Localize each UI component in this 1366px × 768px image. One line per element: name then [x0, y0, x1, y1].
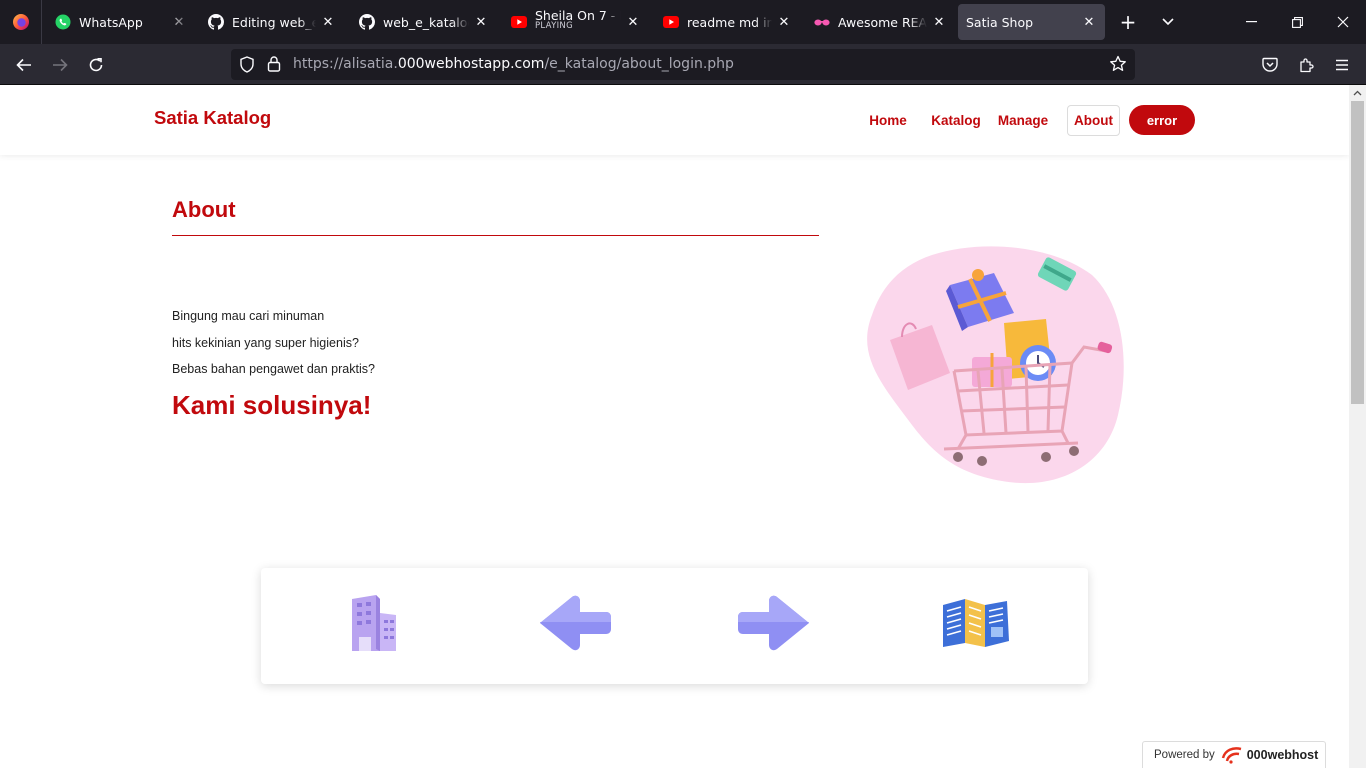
- minimize-icon: [1245, 21, 1257, 23]
- scroll-up-icon[interactable]: [1349, 85, 1366, 101]
- reload-icon: [89, 57, 103, 71]
- puzzle-icon: [1300, 57, 1314, 72]
- tab-satia-shop[interactable]: Satia Shop ✕: [958, 4, 1105, 40]
- browser-nav-bar: https://alisatia.000webhostapp.com/e_kat…: [0, 44, 1366, 85]
- close-window-button[interactable]: [1322, 0, 1364, 44]
- powered-by-brand: 000webhost: [1246, 748, 1319, 762]
- tab-sheila-on-7[interactable]: Sheila On 7 - Full Al PLAYING ✕: [499, 4, 649, 40]
- about-heading: About: [172, 197, 236, 222]
- nav-about[interactable]: About: [1067, 105, 1120, 136]
- nav-manage[interactable]: Manage: [994, 105, 1052, 136]
- list-all-tabs-button[interactable]: [1148, 0, 1188, 44]
- restore-button[interactable]: [1276, 0, 1318, 44]
- tab-title: Awesome README: [838, 14, 927, 30]
- tab-close-icon[interactable]: ✕: [625, 14, 641, 30]
- tab-title-wrap: Sheila On 7 - Full Al PLAYING: [535, 7, 621, 37]
- tab-close-icon[interactable]: ✕: [320, 14, 336, 30]
- url-text[interactable]: https://alisatia.000webhostapp.com/e_kat…: [293, 56, 734, 72]
- 000webhost-logo-icon: [1221, 746, 1243, 764]
- nav-home[interactable]: Home: [862, 105, 914, 136]
- arrow-left-icon: [16, 58, 31, 71]
- hamburger-menu-icon: [1336, 59, 1348, 70]
- shopping-cart-illustration: [862, 245, 1128, 485]
- powered-by-badge[interactable]: Powered by 000webhost: [1142, 741, 1326, 768]
- tab-title: Editing web_e_katalog: [232, 14, 316, 30]
- browser-tab-bar: WhatsApp ✕ Editing web_e_katalog ✕ web_e…: [0, 0, 1366, 44]
- firefox-menu-button[interactable]: [0, 0, 42, 44]
- navigation-icon-card: [261, 568, 1088, 684]
- tab-close-icon[interactable]: ✕: [473, 14, 489, 30]
- chevron-down-icon: [1162, 18, 1174, 26]
- back-button[interactable]: [6, 44, 42, 85]
- close-icon: [1337, 16, 1349, 28]
- user-pill-button[interactable]: error: [1129, 105, 1195, 135]
- tab-web-e-katalog-assets[interactable]: web_e_katalog/ass ✕: [347, 4, 497, 40]
- tab-readme-md-image[interactable]: readme md image ✕: [651, 4, 800, 40]
- about-line-1: Bingung mau cari minuman: [172, 309, 325, 323]
- tab-playing-label: PLAYING: [535, 21, 573, 31]
- youtube-icon: [511, 14, 527, 30]
- tab-editing-web-e-katalog[interactable]: Editing web_e_katalog ✕: [196, 4, 344, 40]
- tracking-protection-icon[interactable]: [239, 56, 255, 77]
- reload-button[interactable]: [78, 44, 114, 85]
- tab-close-icon[interactable]: ✕: [171, 14, 187, 30]
- glasses-icon: [814, 14, 830, 30]
- tab-title: WhatsApp: [79, 14, 143, 30]
- scrollbar-thumb[interactable]: [1351, 101, 1364, 404]
- youtube-icon: [663, 14, 679, 30]
- tab-awesome-readme[interactable]: Awesome README ✕: [802, 4, 955, 40]
- new-tab-button[interactable]: +: [1108, 0, 1148, 44]
- nav-katalog[interactable]: Katalog: [927, 105, 985, 136]
- restore-icon: [1291, 16, 1303, 28]
- arrow-right-icon: [53, 58, 68, 71]
- powered-by-label: Powered by: [1154, 749, 1215, 761]
- site-navbar: Satia Katalog Home Katalog Manage About …: [0, 85, 1349, 155]
- arrow-left-icon[interactable]: [534, 588, 614, 658]
- tab-whatsapp[interactable]: WhatsApp ✕: [43, 4, 195, 40]
- brochure-icon[interactable]: [935, 588, 1015, 658]
- whatsapp-icon: [55, 14, 71, 30]
- tab-close-icon[interactable]: ✕: [931, 14, 947, 30]
- tab-title: Satia Shop: [966, 14, 1034, 30]
- lock-icon[interactable]: [267, 55, 281, 76]
- tab-close-icon[interactable]: ✕: [1081, 14, 1097, 30]
- extensions-button[interactable]: [1288, 44, 1324, 85]
- pocket-icon: [1262, 57, 1278, 72]
- forward-button[interactable]: [42, 44, 78, 85]
- plus-icon: +: [1119, 10, 1137, 34]
- firefox-icon: [12, 14, 29, 30]
- github-icon: [208, 14, 224, 30]
- url-bar[interactable]: https://alisatia.000webhostapp.com/e_kat…: [231, 49, 1135, 80]
- web-page: Satia Katalog Home Katalog Manage About …: [0, 85, 1349, 768]
- heading-divider: [172, 235, 819, 236]
- solution-heading: Kami solusinya!: [172, 390, 372, 420]
- tab-close-icon[interactable]: ✕: [776, 14, 792, 30]
- pocket-button[interactable]: [1252, 44, 1288, 85]
- github-icon: [359, 14, 375, 30]
- site-brand[interactable]: Satia Katalog: [154, 107, 271, 129]
- building-icon[interactable]: [334, 588, 414, 658]
- app-menu-button[interactable]: [1324, 44, 1360, 85]
- arrow-right-icon[interactable]: [735, 588, 815, 658]
- bookmark-star-icon[interactable]: [1109, 55, 1127, 77]
- tab-title: readme md image: [687, 14, 772, 30]
- minimize-button[interactable]: [1230, 0, 1272, 44]
- about-line-3: Bebas bahan pengawet dan praktis?: [172, 362, 375, 376]
- tab-title: web_e_katalog/ass: [383, 14, 469, 30]
- about-line-2: hits kekinian yang super higienis?: [172, 336, 359, 350]
- page-scrollbar[interactable]: [1349, 85, 1366, 768]
